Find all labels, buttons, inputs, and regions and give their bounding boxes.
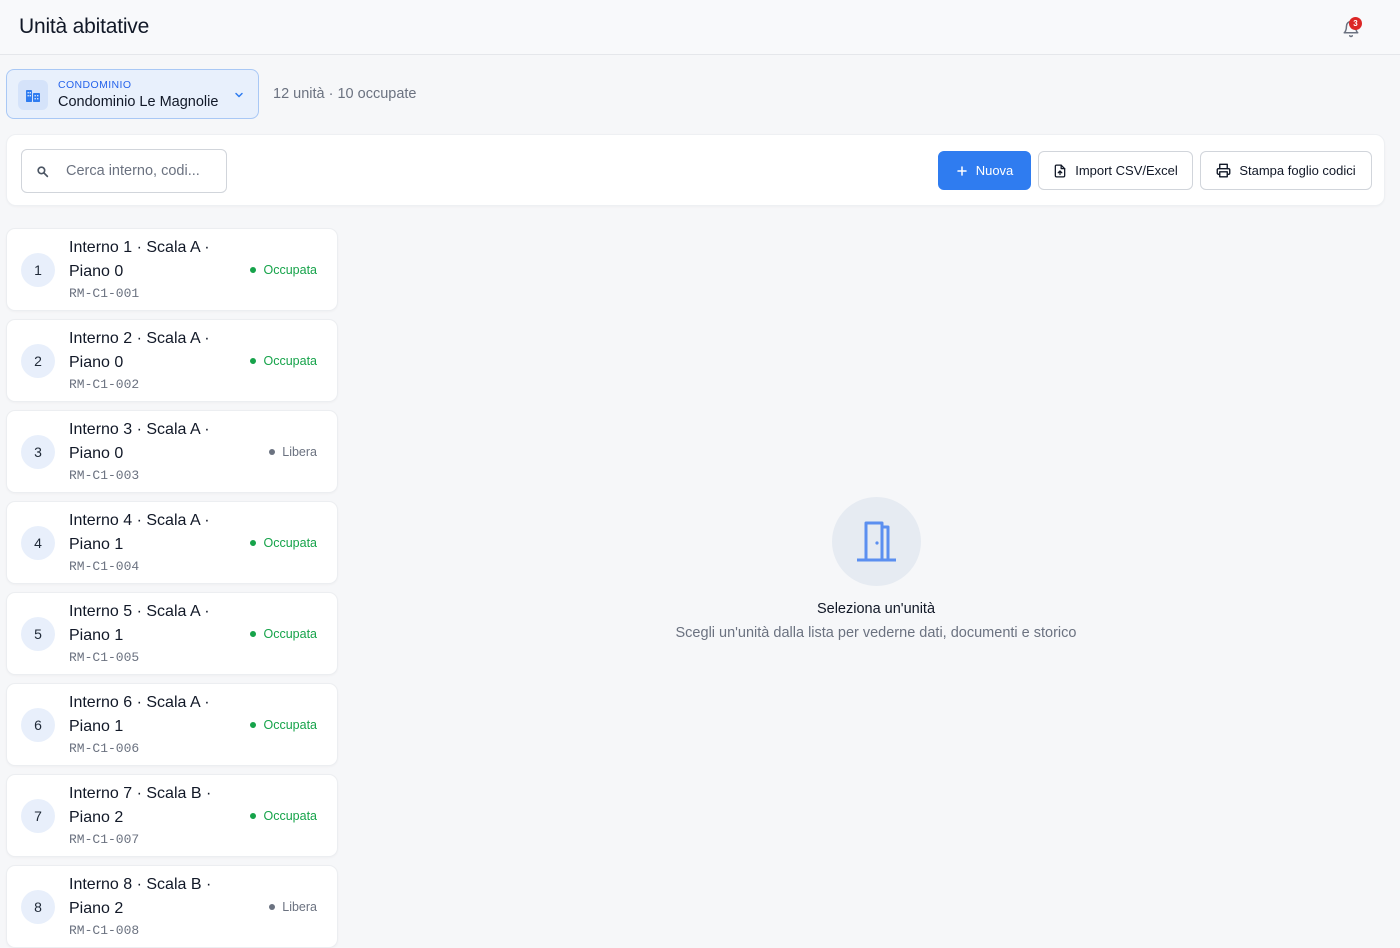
page-title: Unità abitative — [19, 15, 150, 38]
unit-number-badge: 7 — [21, 799, 55, 833]
unit-status: Libera — [269, 900, 317, 914]
print-codes-label: Stampa foglio codici — [1239, 163, 1356, 178]
unit-code: RM-C1-004 — [69, 559, 140, 574]
unit-title-line2: Piano 1 — [69, 536, 124, 553]
unit-status-label: Occupata — [263, 718, 317, 732]
unit-card[interactable]: 3 Interno 3 · Scala A · Piano 0 RM-C1-003 Li… — [6, 410, 338, 493]
search-input[interactable] — [66, 160, 216, 182]
unit-code: RM-C1-007 — [69, 832, 140, 847]
unit-code: RM-C1-005 — [69, 650, 140, 665]
unit-title-line2: Piano 1 — [69, 718, 124, 735]
unit-number-badge: 6 — [21, 708, 55, 742]
unit-code: RM-C1-002 — [69, 377, 140, 392]
unit-code: RM-C1-003 — [69, 468, 140, 483]
unit-status: Occupata — [250, 627, 317, 641]
unit-title-line1: Interno 2 · Scala A · — [69, 330, 210, 347]
condominium-caption: CONDOMINIO — [58, 79, 132, 91]
notification-badge: 3 — [1349, 17, 1362, 30]
unit-title-line2: Piano 0 — [69, 445, 124, 462]
unit-title: Interno 7 · Scala B · Piano 2 — [69, 782, 239, 830]
unit-title-line1: Interno 1 · Scala A · — [69, 239, 210, 256]
unit-card[interactable]: 1 Interno 1 · Scala A · Piano 0 RM-C1-001 Oc… — [6, 228, 338, 311]
new-unit-button[interactable]: Nuova — [938, 151, 1031, 190]
file-import-icon — [1054, 164, 1066, 177]
unit-status-label: Occupata — [263, 263, 317, 277]
status-dot — [250, 540, 257, 546]
printer-icon — [1216, 163, 1231, 178]
status-dot — [250, 267, 257, 273]
unit-card[interactable]: 5 Interno 5 · Scala A · Piano 1 RM-C1-005 Oc… — [6, 592, 338, 675]
unit-title-line1: Interno 4 · Scala A · — [69, 512, 210, 529]
status-dot — [250, 631, 257, 637]
print-codes-button[interactable]: Stampa foglio codici — [1200, 151, 1372, 190]
unit-title: Interno 3 · Scala A · Piano 0 — [69, 418, 239, 466]
unit-number-badge: 4 — [21, 526, 55, 560]
unit-code: RM-C1-001 — [69, 286, 140, 301]
status-dot — [250, 722, 257, 728]
unit-number-badge: 1 — [21, 253, 55, 287]
unit-number-badge: 3 — [21, 435, 55, 469]
unit-status: Occupata — [250, 718, 317, 732]
top-bar: Unità abitative 3 — [0, 0, 1400, 55]
building-icon — [18, 80, 48, 110]
import-csv-label: Import CSV/Excel — [1075, 163, 1178, 178]
door-icon — [832, 497, 921, 586]
unit-status: Libera — [269, 445, 317, 459]
unit-status-label: Libera — [282, 445, 317, 459]
unit-title-line1: Interno 7 · Scala B · — [69, 785, 212, 802]
unit-card[interactable]: 7 Interno 7 · Scala B · Piano 2 RM-C1-007 Oc… — [6, 774, 338, 857]
unit-status: Occupata — [250, 263, 317, 277]
condominium-name: Condominio Le Magnolie — [58, 94, 219, 110]
unit-title-line2: Piano 0 — [69, 263, 124, 280]
unit-card[interactable]: 6 Interno 6 · Scala A · Piano 1 RM-C1-006 Oc… — [6, 683, 338, 766]
status-dot — [250, 813, 257, 819]
search-box[interactable] — [21, 149, 227, 193]
unit-title: Interno 2 · Scala A · Piano 0 — [69, 327, 239, 375]
unit-title: Interno 5 · Scala A · Piano 1 — [69, 600, 239, 648]
empty-state-title: Seleziona un'unità — [816, 601, 936, 617]
unit-title-line1: Interno 5 · Scala A · — [69, 603, 210, 620]
condominium-selector[interactable]: CONDOMINIO Condominio Le Magnolie — [6, 69, 259, 119]
units-summary: 12 unità · 10 occupate — [273, 86, 417, 102]
status-dot — [269, 449, 276, 455]
chevron-down-icon — [233, 88, 245, 106]
unit-code: RM-C1-006 — [69, 741, 140, 756]
unit-title-line2: Piano 1 — [69, 627, 124, 644]
unit-status: Occupata — [250, 536, 317, 550]
status-dot — [250, 358, 257, 364]
unit-code: RM-C1-008 — [69, 923, 140, 938]
unit-title-line1: Interno 6 · Scala A · — [69, 694, 210, 711]
empty-state-subtitle: Scegli un'unità dalla lista per vederne … — [675, 625, 1077, 641]
unit-title: Interno 8 · Scala B · Piano 2 — [69, 873, 239, 921]
import-csv-button[interactable]: Import CSV/Excel — [1038, 151, 1193, 190]
unit-status: Occupata — [250, 354, 317, 368]
unit-number-badge: 8 — [21, 890, 55, 924]
plus-icon — [956, 165, 967, 176]
unit-title-line1: Interno 3 · Scala A · — [69, 421, 210, 438]
status-dot — [269, 904, 276, 910]
unit-status-label: Occupata — [263, 809, 317, 823]
unit-status-label: Libera — [282, 900, 317, 914]
unit-title: Interno 1 · Scala A · Piano 0 — [69, 236, 239, 284]
toolbar: Nuova Import CSV/Excel Stampa foglio cod… — [6, 134, 1385, 206]
unit-title: Interno 4 · Scala A · Piano 1 — [69, 509, 239, 557]
unit-number-badge: 5 — [21, 617, 55, 651]
unit-card[interactable]: 8 Interno 8 · Scala B · Piano 2 RM-C1-008 Li… — [6, 865, 338, 948]
unit-status-label: Occupata — [263, 354, 317, 368]
unit-title-line2: Piano 0 — [69, 354, 124, 371]
unit-title-line1: Interno 8 · Scala B · — [69, 876, 212, 893]
unit-title: Interno 6 · Scala A · Piano 1 — [69, 691, 239, 739]
unit-card[interactable]: 4 Interno 4 · Scala A · Piano 1 RM-C1-004 Oc… — [6, 501, 338, 584]
unit-status-label: Occupata — [263, 536, 317, 550]
unit-status-label: Occupata — [263, 627, 317, 641]
unit-title-line2: Piano 2 — [69, 900, 124, 917]
unit-number-badge: 2 — [21, 344, 55, 378]
unit-title-line2: Piano 2 — [69, 809, 124, 826]
new-unit-label: Nuova — [975, 163, 1014, 178]
unit-card[interactable]: 2 Interno 2 · Scala A · Piano 0 RM-C1-002 Oc… — [6, 319, 338, 402]
unit-status: Occupata — [250, 809, 317, 823]
